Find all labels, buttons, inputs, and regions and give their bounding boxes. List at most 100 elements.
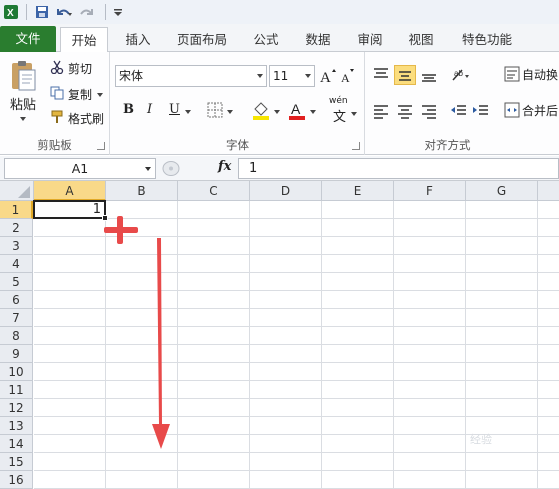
copy-icon[interactable] <box>50 86 64 100</box>
row-header-16[interactable]: 16 <box>0 471 33 489</box>
clipboard-group-label: 剪贴板 <box>37 138 72 152</box>
column-header-a[interactable]: A <box>34 181 106 201</box>
gridline <box>34 254 559 255</box>
row-header-5[interactable]: 5 <box>0 273 33 291</box>
row-header-6[interactable]: 6 <box>0 291 33 309</box>
fx-button[interactable]: fx <box>218 159 231 174</box>
decrease-indent-icon[interactable] <box>450 102 468 120</box>
name-box-dropdown-icon[interactable] <box>145 167 151 171</box>
tab-special[interactable]: 特色功能 <box>452 27 522 52</box>
grow-font-icon[interactable]: A <box>319 66 337 86</box>
font-color-icon[interactable]: A <box>287 100 307 120</box>
worksheet-grid[interactable]: A B C D E F G 1 2 3 4 5 6 7 8 9 10 11 12… <box>0 181 559 489</box>
column-header-g[interactable]: G <box>466 181 538 201</box>
border-icon[interactable] <box>207 102 223 118</box>
drag-down-arrow-icon <box>152 238 170 449</box>
redo-icon[interactable] <box>77 3 99 21</box>
column-header-h-partial[interactable] <box>538 181 559 201</box>
row-header-2[interactable]: 2 <box>0 219 33 237</box>
row-header-11[interactable]: 11 <box>0 381 33 399</box>
underline-dropdown-icon[interactable] <box>185 110 191 114</box>
column-header-c[interactable]: C <box>178 181 250 201</box>
alignment-group-label: 对齐方式 <box>424 138 471 152</box>
save-icon[interactable] <box>33 3 51 21</box>
column-header-b[interactable]: B <box>106 181 178 201</box>
gridline <box>34 290 559 291</box>
phonetic-button[interactable]: 文 <box>333 106 346 125</box>
shrink-font-icon[interactable]: A <box>339 66 357 86</box>
border-dropdown-icon[interactable] <box>227 110 233 114</box>
cell-a1[interactable]: 1 <box>33 200 106 219</box>
row-header-3[interactable]: 3 <box>0 237 33 255</box>
format-painter-icon[interactable] <box>50 110 64 124</box>
italic-button[interactable]: I <box>147 102 152 117</box>
underline-button[interactable]: U <box>169 102 180 117</box>
merge-center-button[interactable]: 合并后 <box>522 102 558 119</box>
font-name-combo[interactable]: 宋体 <box>115 65 267 87</box>
wrap-text-button[interactable]: 自动换 <box>522 66 558 83</box>
undo-icon[interactable] <box>53 3 75 21</box>
tab-file[interactable]: 文件 <box>0 26 56 52</box>
row-header-9[interactable]: 9 <box>0 345 33 363</box>
font-name-dropdown-icon[interactable] <box>257 74 263 78</box>
align-middle-icon[interactable] <box>394 65 416 85</box>
phonetic-dropdown-icon[interactable] <box>351 112 357 116</box>
format-painter-button[interactable]: 格式刷 <box>68 110 104 127</box>
copy-dropdown-icon[interactable] <box>97 93 103 97</box>
scissors-icon[interactable] <box>50 60 64 74</box>
tab-view[interactable]: 视图 <box>401 27 441 52</box>
row-header-1[interactable]: 1 <box>0 201 33 219</box>
formula-bar: A1 fx 1 <box>0 156 559 181</box>
font-launcher-icon[interactable] <box>352 142 360 150</box>
paste-button[interactable]: 粘贴 <box>10 94 36 113</box>
tab-data[interactable]: 数据 <box>298 27 338 52</box>
bold-button[interactable]: B <box>123 102 134 117</box>
align-left-icon[interactable] <box>372 102 390 120</box>
row-header-12[interactable]: 12 <box>0 399 33 417</box>
clipboard-launcher-icon[interactable] <box>97 142 105 150</box>
select-all-corner[interactable] <box>0 181 34 201</box>
fill-color-dropdown-icon[interactable] <box>274 110 280 114</box>
tab-home[interactable]: 开始 <box>60 27 108 53</box>
tab-review[interactable]: 审阅 <box>350 27 390 52</box>
align-top-icon[interactable] <box>372 66 390 84</box>
row-header-10[interactable]: 10 <box>0 363 33 381</box>
font-name-value: 宋体 <box>119 69 144 83</box>
customize-icon[interactable] <box>112 3 124 21</box>
font-size-dropdown-icon[interactable] <box>305 74 311 78</box>
gridline <box>34 362 559 363</box>
tab-formulas[interactable]: 公式 <box>246 27 286 52</box>
row-header-7[interactable]: 7 <box>0 309 33 327</box>
align-center-icon[interactable] <box>396 102 414 120</box>
row-header-14[interactable]: 14 <box>0 435 33 453</box>
column-header-f[interactable]: F <box>394 181 466 201</box>
row-header-4[interactable]: 4 <box>0 255 33 273</box>
paste-icon[interactable] <box>8 58 38 94</box>
align-bottom-icon[interactable] <box>420 66 438 84</box>
formula-bar-handle-icon[interactable] <box>162 160 180 177</box>
tab-page-layout[interactable]: 页面布局 <box>170 27 234 52</box>
increase-indent-icon[interactable] <box>472 102 490 120</box>
merge-center-icon[interactable] <box>504 102 520 118</box>
row-header-8[interactable]: 8 <box>0 327 33 345</box>
formula-input[interactable]: 1 <box>238 158 559 179</box>
wrap-text-icon[interactable] <box>504 66 520 82</box>
orientation-icon[interactable]: ab <box>450 66 470 84</box>
row-header-15[interactable]: 15 <box>0 453 33 471</box>
alignment-group: ab 自动换 合并后 对齐方式 <box>366 52 559 155</box>
font-group: 宋体 11 A A B I U A wén 文 字体 <box>111 52 365 155</box>
font-size-combo[interactable]: 11 <box>269 65 315 87</box>
row-header-13[interactable]: 13 <box>0 417 33 435</box>
font-size-value: 11 <box>273 69 289 83</box>
cut-button[interactable]: 剪切 <box>68 60 92 77</box>
paste-dropdown-icon[interactable] <box>20 117 26 121</box>
copy-button[interactable]: 复制 <box>68 86 92 103</box>
name-box[interactable]: A1 <box>4 158 156 179</box>
excel-logo-icon[interactable]: X <box>2 3 20 21</box>
column-header-d[interactable]: D <box>250 181 322 201</box>
tab-insert[interactable]: 插入 <box>118 27 158 52</box>
align-right-icon[interactable] <box>420 102 438 120</box>
column-header-e[interactable]: E <box>322 181 394 201</box>
fill-color-icon[interactable] <box>251 100 271 120</box>
font-color-dropdown-icon[interactable] <box>310 110 316 114</box>
